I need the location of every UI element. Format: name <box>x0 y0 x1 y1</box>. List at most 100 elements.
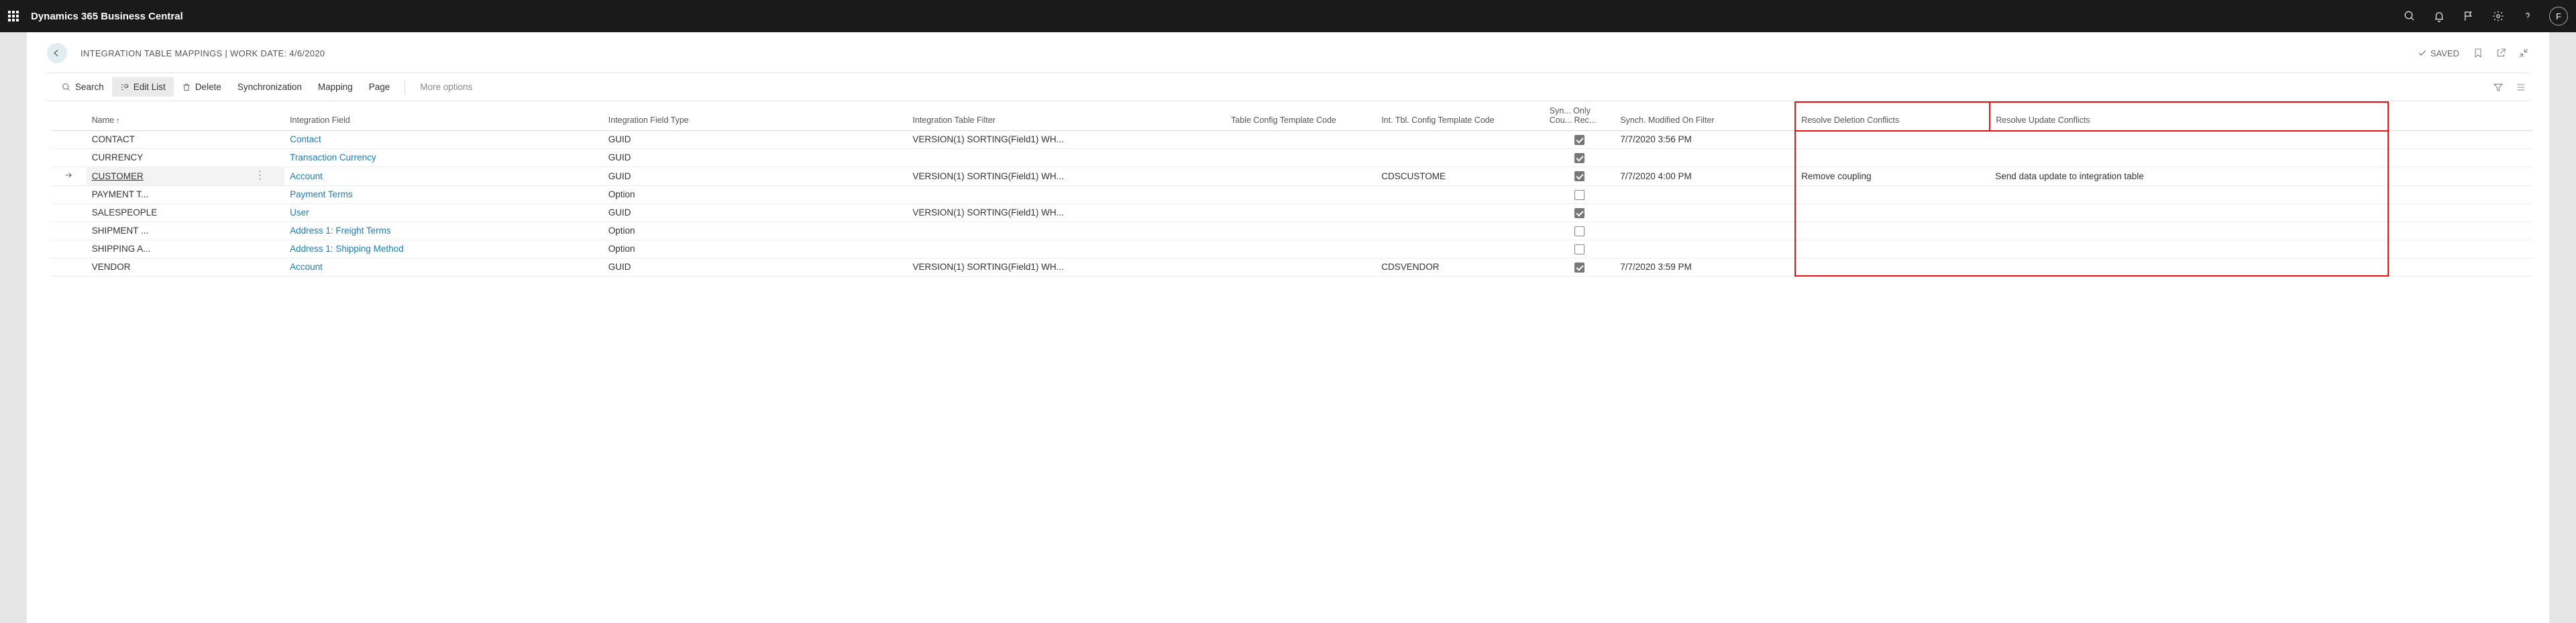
help-icon[interactable] <box>2514 0 2541 32</box>
collapse-icon[interactable] <box>2518 48 2529 58</box>
checkbox[interactable] <box>1574 208 1585 218</box>
checkbox[interactable] <box>1574 171 1585 181</box>
cell-resolve-update[interactable] <box>1990 222 2387 240</box>
cell-synch-modified[interactable]: 7/7/2020 3:56 PM <box>1615 131 1795 149</box>
checkbox[interactable] <box>1574 244 1585 254</box>
cell-resolve-deletion[interactable] <box>1795 131 1990 149</box>
cell-integration-table-filter[interactable] <box>907 240 1226 258</box>
cell-integration-field-type[interactable]: GUID <box>603 203 908 222</box>
cell-int-tbl-config-template[interactable]: CDSCUSTOME <box>1376 166 1544 185</box>
col-resolve-update[interactable]: Resolve Update Conflicts <box>1990 102 2387 131</box>
cell-syn-only-cou-rec[interactable] <box>1544 166 1615 185</box>
cell-resolve-update[interactable] <box>1990 185 2387 203</box>
cell-integration-field-type[interactable]: GUID <box>603 131 908 149</box>
page-action[interactable]: Page <box>361 77 398 97</box>
table-row[interactable]: VENDOR Account GUID VERSION(1) SORTING(F… <box>51 258 2533 276</box>
checkbox[interactable] <box>1574 190 1585 200</box>
table-row[interactable]: SHIPMENT ... Address 1: Freight Terms Op… <box>51 222 2533 240</box>
cell-int-tbl-config-template[interactable] <box>1376 131 1544 149</box>
more-options[interactable]: More options <box>412 77 480 97</box>
checkbox[interactable] <box>1574 153 1585 163</box>
cell-integration-table-filter[interactable]: VERSION(1) SORTING(Field1) WH... <box>907 166 1226 185</box>
app-launcher-icon[interactable] <box>8 11 19 21</box>
cell-synch-modified[interactable] <box>1615 185 1795 203</box>
notifications-icon[interactable] <box>2426 0 2453 32</box>
row-menu[interactable] <box>249 131 284 149</box>
cell-resolve-update[interactable]: Send data update to integration table <box>1990 166 2387 185</box>
col-syn-only-cou-rec[interactable]: Syn... Only Cou... Rec... <box>1544 102 1615 131</box>
edit-list-action[interactable]: Edit List <box>112 77 174 97</box>
cell-integration-table-filter[interactable] <box>907 185 1226 203</box>
cell-integration-field-type[interactable]: GUID <box>603 258 908 276</box>
table-row[interactable]: CONTACT Contact GUID VERSION(1) SORTING(… <box>51 131 2533 149</box>
col-integration-table-filter[interactable]: Integration Table Filter <box>907 102 1226 131</box>
cell-resolve-update[interactable] <box>1990 258 2387 276</box>
cell-name[interactable]: SHIPPING A... <box>87 240 250 258</box>
cell-integration-table-filter[interactable]: VERSION(1) SORTING(Field1) WH... <box>907 203 1226 222</box>
cell-integration-field-type[interactable]: Option <box>603 185 908 203</box>
cell-table-config-template[interactable] <box>1226 222 1376 240</box>
cell-syn-only-cou-rec[interactable] <box>1544 203 1615 222</box>
row-menu[interactable] <box>249 258 284 276</box>
cell-integration-table-filter[interactable] <box>907 222 1226 240</box>
gear-icon[interactable] <box>2485 0 2512 32</box>
cell-int-tbl-config-template[interactable] <box>1376 203 1544 222</box>
avatar[interactable]: F <box>2549 7 2568 26</box>
cell-resolve-update[interactable] <box>1990 240 2387 258</box>
cell-table-config-template[interactable] <box>1226 166 1376 185</box>
cell-table-config-template[interactable] <box>1226 258 1376 276</box>
cell-table-config-template[interactable] <box>1226 240 1376 258</box>
cell-integration-field[interactable]: Address 1: Freight Terms <box>284 222 603 240</box>
cell-integration-field-type[interactable]: Option <box>603 240 908 258</box>
cell-resolve-deletion[interactable] <box>1795 185 1990 203</box>
col-int-tbl-config-template[interactable]: Int. Tbl. Config Template Code <box>1376 102 1544 131</box>
checkbox[interactable] <box>1574 226 1585 236</box>
cell-integration-field[interactable]: Transaction Currency <box>284 148 603 166</box>
back-button[interactable] <box>47 43 67 63</box>
cell-integration-field[interactable]: Account <box>284 258 603 276</box>
row-menu[interactable] <box>249 185 284 203</box>
cell-syn-only-cou-rec[interactable] <box>1544 258 1615 276</box>
col-synch-modified[interactable]: Synch. Modified On Filter <box>1615 102 1795 131</box>
cell-resolve-deletion[interactable] <box>1795 222 1990 240</box>
checkbox[interactable] <box>1574 135 1585 145</box>
popout-icon[interactable] <box>2496 48 2506 58</box>
cell-int-tbl-config-template[interactable] <box>1376 240 1544 258</box>
cell-integration-table-filter[interactable]: VERSION(1) SORTING(Field1) WH... <box>907 131 1226 149</box>
cell-syn-only-cou-rec[interactable] <box>1544 222 1615 240</box>
cell-synch-modified[interactable] <box>1615 148 1795 166</box>
cell-integration-field[interactable]: Address 1: Shipping Method <box>284 240 603 258</box>
cell-int-tbl-config-template[interactable]: CDSVENDOR <box>1376 258 1544 276</box>
cell-syn-only-cou-rec[interactable] <box>1544 148 1615 166</box>
bookmark-icon[interactable] <box>2473 48 2483 58</box>
cell-synch-modified[interactable] <box>1615 222 1795 240</box>
cell-table-config-template[interactable] <box>1226 131 1376 149</box>
cell-resolve-update[interactable] <box>1990 203 2387 222</box>
table-row[interactable]: SALESPEOPLE User GUID VERSION(1) SORTING… <box>51 203 2533 222</box>
cell-synch-modified[interactable] <box>1615 240 1795 258</box>
delete-action[interactable]: Delete <box>174 77 229 97</box>
flag-icon[interactable] <box>2455 0 2482 32</box>
row-menu[interactable] <box>249 148 284 166</box>
cell-name[interactable]: CURRENCY <box>87 148 250 166</box>
cell-table-config-template[interactable] <box>1226 185 1376 203</box>
cell-resolve-deletion[interactable] <box>1795 148 1990 166</box>
cell-syn-only-cou-rec[interactable] <box>1544 240 1615 258</box>
checkbox[interactable] <box>1574 262 1585 273</box>
cell-name[interactable]: CUSTOMER <box>87 166 250 185</box>
col-integration-field[interactable]: Integration Field <box>284 102 603 131</box>
cell-integration-field[interactable]: User <box>284 203 603 222</box>
table-row[interactable]: CURRENCY Transaction Currency GUID <box>51 148 2533 166</box>
search-icon[interactable] <box>2396 0 2423 32</box>
mapping-action[interactable]: Mapping <box>310 77 361 97</box>
cell-integration-field[interactable]: Account <box>284 166 603 185</box>
col-integration-field-type[interactable]: Integration Field Type <box>603 102 908 131</box>
cell-name[interactable]: CONTACT <box>87 131 250 149</box>
cell-resolve-update[interactable] <box>1990 131 2387 149</box>
cell-resolve-deletion[interactable] <box>1795 240 1990 258</box>
cell-integration-table-filter[interactable]: VERSION(1) SORTING(Field1) WH... <box>907 258 1226 276</box>
row-menu[interactable]: ⋮ <box>249 166 284 185</box>
cell-resolve-update[interactable] <box>1990 148 2387 166</box>
cell-integration-field[interactable]: Contact <box>284 131 603 149</box>
filter-icon[interactable] <box>2493 82 2504 93</box>
